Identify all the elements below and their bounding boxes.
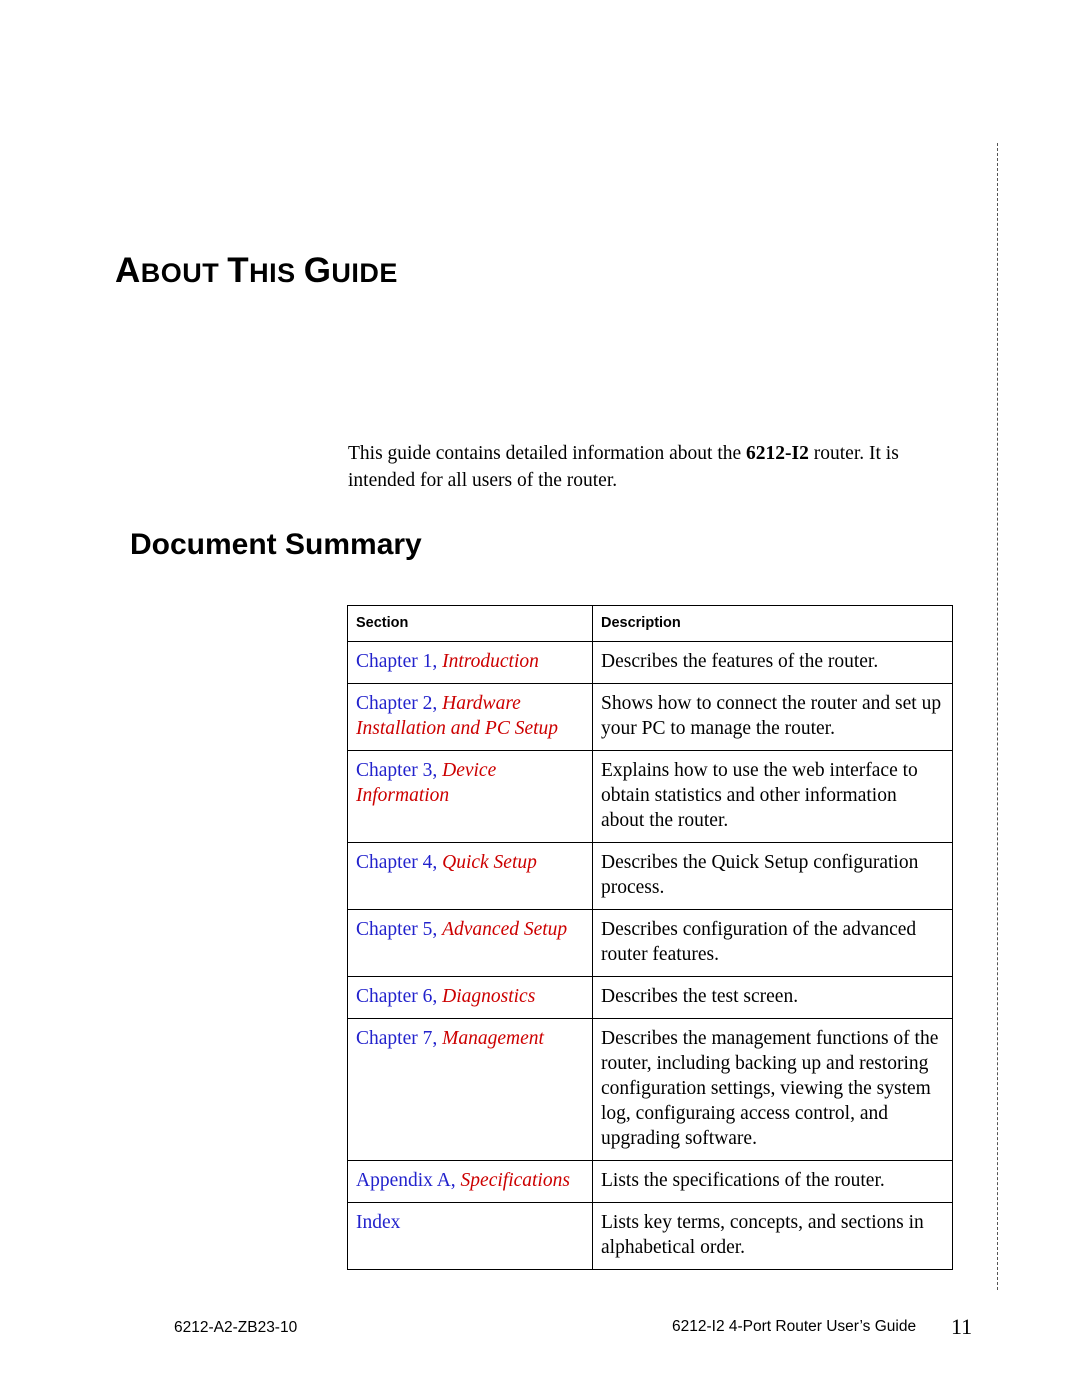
section-link-chapter-2[interactable]: Chapter 2, Hardware Installation and PC … — [347, 683, 593, 751]
section-link-chapter-7[interactable]: Chapter 7, Management — [347, 1018, 593, 1161]
table-row: Index Lists key terms, concepts, and sec… — [347, 1202, 953, 1270]
table-row: Chapter 3, Device Information Explains h… — [347, 750, 953, 843]
chapter-title: Quick Setup — [442, 852, 537, 873]
table-row: Chapter 6, Diagnostics Describes the tes… — [347, 976, 953, 1019]
description-cell: Explains how to use the web interface to… — [592, 750, 953, 843]
section-link-appendix-a[interactable]: Appendix A, Specifications — [347, 1160, 593, 1203]
description-cell: Shows how to connect the router and set … — [592, 683, 953, 751]
intro-text-before: This guide contains detailed information… — [348, 442, 747, 464]
page-title-seg-3: HIS — [249, 258, 304, 289]
description-cell: Describes the Quick Setup configuration … — [592, 842, 953, 910]
column-header-section: Section — [347, 605, 593, 642]
chapter-title: Advanced Setup — [442, 919, 568, 940]
section-link-chapter-1[interactable]: Chapter 1, Introduction — [347, 641, 593, 684]
section-link-chapter-6[interactable]: Chapter 6, Diagnostics — [347, 976, 593, 1019]
table-row: Chapter 1, Introduction Describes the fe… — [347, 641, 953, 684]
page-title: ABOUT THIS GUIDE ABOUT THIS GUIDE — [115, 251, 398, 291]
section-link-chapter-3[interactable]: Chapter 3, Device Information — [347, 750, 593, 843]
chapter-label: Chapter 3, — [356, 760, 443, 781]
chapter-label: Chapter 4, — [356, 852, 443, 873]
chapter-label: Chapter 5, — [356, 919, 443, 940]
page-title-seg-0: A — [115, 251, 141, 291]
description-cell: Describes the management functions of th… — [592, 1018, 953, 1161]
footer-document-number: 6212-A2-ZB23-10 — [174, 1319, 298, 1336]
chapter-title: Specifications — [460, 1170, 570, 1191]
table-row: Appendix A, Specifications Lists the spe… — [347, 1160, 953, 1203]
footer-guide-title: 6212-I2 4-Port Router User’s Guide — [672, 1318, 917, 1335]
section-link-chapter-4[interactable]: Chapter 4, Quick Setup — [347, 842, 593, 910]
intro-model-number: 6212-I2 — [746, 442, 809, 464]
table-row: Chapter 5, Advanced Setup Describes conf… — [347, 909, 953, 977]
section-link-chapter-5[interactable]: Chapter 5, Advanced Setup — [347, 909, 593, 977]
chapter-label: Index — [356, 1212, 401, 1233]
chapter-label: Chapter 1, — [356, 651, 443, 672]
chapter-label: Chapter 6, — [356, 986, 443, 1007]
chapter-title: Introduction — [442, 651, 539, 672]
description-cell: Lists key terms, concepts, and sections … — [592, 1202, 953, 1270]
table-row: Chapter 4, Quick Setup Describes the Qui… — [347, 842, 953, 910]
section-link-index[interactable]: Index — [347, 1202, 593, 1270]
page-title-seg-2: T — [227, 251, 250, 291]
description-cell: Describes configuration of the advanced … — [592, 909, 953, 977]
table-row: Chapter 2, Hardware Installation and PC … — [347, 683, 953, 751]
chapter-title: Management — [442, 1028, 544, 1049]
intro-paragraph: This guide contains detailed information… — [348, 440, 948, 494]
document-summary-table: Section Description Chapter 1, Introduct… — [347, 605, 953, 1270]
page-edge-rule — [997, 143, 998, 1290]
chapter-title: Diagnostics — [442, 986, 536, 1007]
page-title-seg-5: UIDE — [331, 258, 398, 289]
page-title-seg-1: BOUT — [140, 258, 228, 289]
column-header-description: Description — [592, 605, 953, 642]
chapter-label: Appendix A, — [356, 1170, 461, 1191]
description-cell: Describes the features of the router. — [592, 641, 953, 684]
table-header-row: Section Description — [347, 605, 953, 642]
description-cell: Describes the test screen. — [592, 976, 953, 1019]
page-title-visual: ABOUT THIS GUIDE — [115, 251, 398, 290]
page-title-seg-4: G — [303, 251, 332, 291]
table-row: Chapter 7, Management Describes the mana… — [347, 1018, 953, 1161]
section-heading-document-summary: Document Summary — [130, 527, 422, 561]
description-cell: Lists the specifications of the router. — [592, 1160, 953, 1203]
footer-page-number: 11 — [951, 1314, 973, 1339]
chapter-label: Chapter 7, — [356, 1028, 443, 1049]
chapter-label: Chapter 2, — [356, 693, 443, 714]
